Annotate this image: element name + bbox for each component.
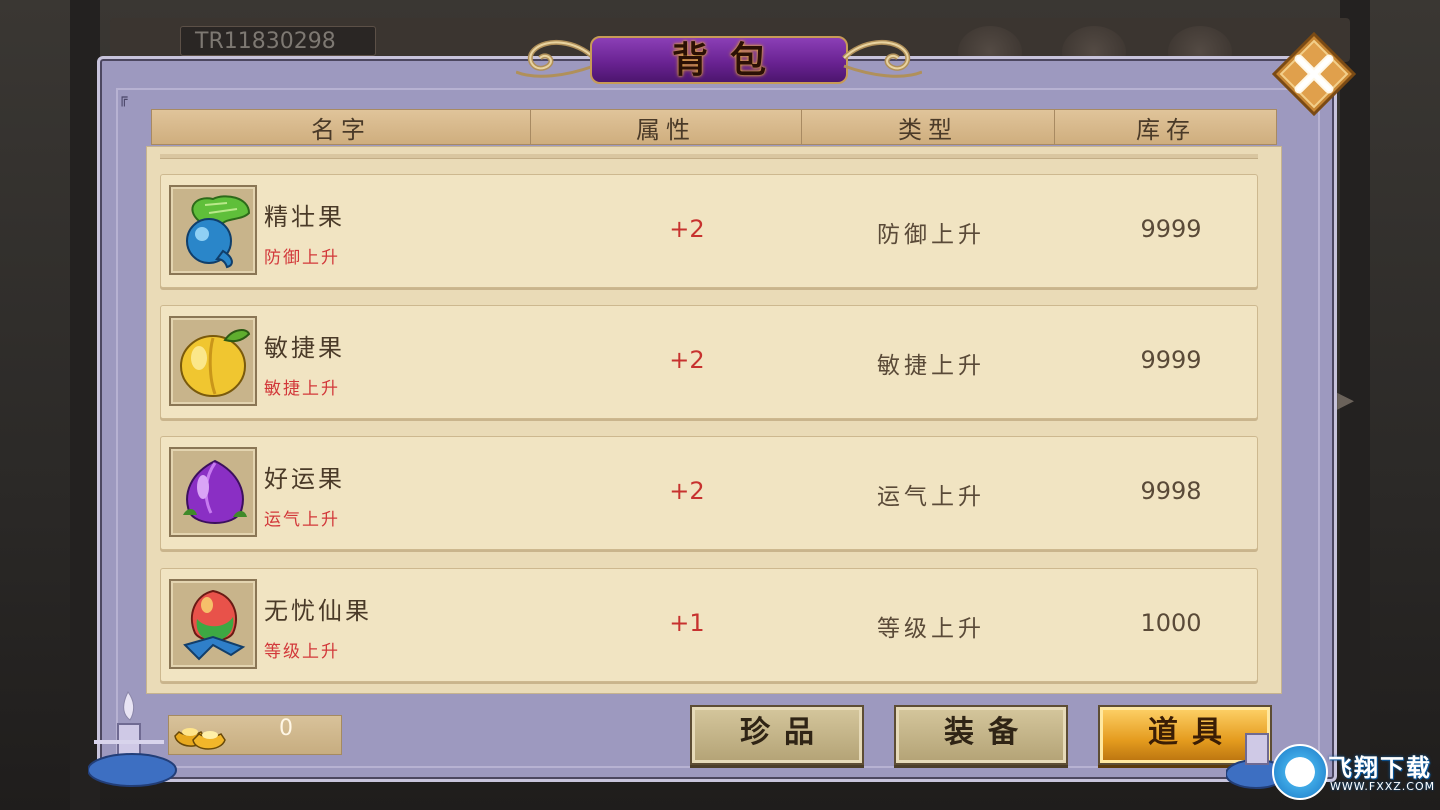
item-icon-frame [169, 316, 257, 406]
table-header: 名字 属性 类型 库存 [151, 109, 1277, 145]
watermark: 飞翔下载 WWW.FXXZ.COM [1272, 744, 1436, 806]
item-stock: 9999 [1140, 346, 1202, 374]
watermark-text: 飞翔下载 [1328, 754, 1432, 782]
list-item[interactable]: 无忧仙果 等级上升 +1 等级上升 1000 [160, 568, 1258, 682]
item-description: 等级上升 [264, 642, 340, 662]
item-stock: 9998 [1140, 477, 1202, 505]
item-type: 敏捷上升 [877, 353, 985, 379]
item-attribute: +1 [669, 609, 705, 637]
gold-ingot-icon [174, 728, 226, 750]
title-banner: 背包 [516, 30, 922, 88]
immortal-fruit-icon [183, 589, 246, 661]
column-header-name: 名字 [311, 116, 371, 144]
item-icon-frame [169, 447, 257, 537]
item-attribute: +2 [669, 477, 705, 505]
radish-fruit-icon [186, 195, 251, 269]
item-attribute: +2 [669, 346, 705, 374]
title-plate: 背包 [590, 36, 848, 84]
item-type: 运气上升 [877, 484, 985, 510]
column-header-attr: 属性 [636, 116, 696, 144]
column-header-type: 类型 [898, 116, 958, 144]
player-id-label: TR11830298 [180, 26, 376, 56]
list-scroll-edge [160, 154, 1258, 159]
item-name: 敏捷果 [264, 334, 345, 362]
item-description: 运气上升 [264, 510, 340, 530]
tab-treasures[interactable]: 珍品 [690, 705, 864, 765]
lantern-decoration-icon [88, 691, 177, 787]
watermark-logo-icon [1272, 744, 1328, 800]
scroll-ornament-right-icon [842, 39, 922, 78]
column-header-stock: 库存 [1136, 116, 1196, 144]
background-arrow-icon: ▶ [1337, 388, 1354, 413]
background-left-column [70, 0, 100, 810]
close-icon [1271, 31, 1357, 117]
item-description: 防御上升 [264, 248, 340, 268]
item-stock: 9999 [1140, 215, 1202, 243]
list-item[interactable]: 敏捷果 敏捷上升 +2 敏捷上升 9999 [160, 305, 1258, 419]
currency-display: 0 [168, 715, 342, 755]
list-item[interactable]: 好运果 运气上升 +2 运气上升 9998 [160, 436, 1258, 550]
peach-fruit-icon [180, 329, 251, 397]
item-icon-frame [169, 185, 257, 275]
close-button[interactable] [1271, 31, 1357, 117]
watermark-url: WWW.FXXZ.COM [1330, 780, 1436, 793]
tab-equipment[interactable]: 装备 [894, 705, 1068, 765]
corner-ornament-icon: ╔ [119, 91, 128, 107]
item-icon-frame [169, 579, 257, 669]
item-stock: 1000 [1140, 609, 1202, 637]
scroll-ornament-left-icon [516, 39, 596, 78]
purple-fruit-icon [183, 459, 247, 524]
item-type: 等级上升 [877, 616, 985, 642]
item-name: 无忧仙果 [264, 597, 372, 625]
item-description: 敏捷上升 [264, 379, 340, 399]
page-title: 背包 [671, 39, 788, 81]
item-type: 防御上升 [877, 222, 985, 248]
item-name: 好运果 [264, 465, 345, 493]
currency-amount: 0 [279, 716, 293, 741]
item-attribute: +2 [669, 215, 705, 243]
item-name: 精壮果 [264, 203, 345, 231]
list-item[interactable]: 精壮果 防御上升 +2 防御上升 9999 [160, 174, 1258, 288]
